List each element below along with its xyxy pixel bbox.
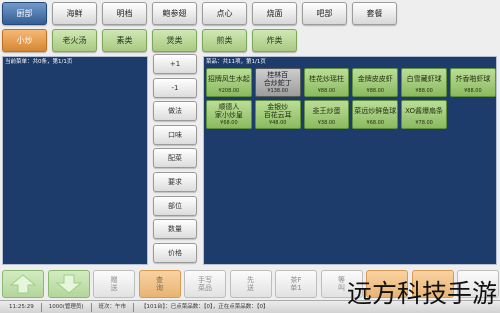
plus-one-button[interactable]: +1: [153, 54, 197, 74]
dish-name: 桂林百 合炒蛇丁: [263, 70, 292, 87]
dish-item[interactable]: 招牌风生水起 ¥208.00: [206, 68, 252, 97]
dish-item[interactable]: 金银炒 百花云耳 ¥48.00: [254, 100, 301, 129]
dish-item[interactable]: 菜远炒鲜鱼球 ¥68.00: [352, 100, 399, 129]
dish-name: 招牌风生水起: [207, 74, 250, 83]
up-arrow-icon: [10, 274, 36, 294]
dish-item[interactable]: XO酱爆扇条 ¥78.00: [401, 100, 447, 129]
dish-price: ¥38.00: [317, 120, 336, 126]
dish-price: ¥138.00: [267, 88, 289, 94]
dish-name: 金银炒 百花云耳: [263, 102, 292, 119]
dish-name: 金牌皮皮虾: [357, 74, 393, 83]
dish-item[interactable]: 桂花炒瑶柱 ¥88.00: [303, 68, 350, 97]
category-tab[interactable]: 海鲜: [52, 2, 97, 25]
dish-item[interactable]: 顺德人 家小炒皇 ¥68.00: [206, 100, 252, 129]
gift-button[interactable]: 赠 送: [93, 270, 135, 298]
dish-name: 白雪藏虾球: [406, 74, 442, 83]
dish-price: ¥78.00: [415, 120, 433, 126]
current-order-panel[interactable]: 当前菜单：共0条，第1/1页: [2, 56, 148, 265]
print-order-button[interactable]: 茶F 单1: [275, 270, 317, 298]
category-tab[interactable]: 吧部: [302, 2, 347, 25]
down-arrow-icon: [55, 274, 82, 294]
status-shift: 班次：午市: [92, 302, 135, 312]
serve-first-button[interactable]: 先 送: [229, 270, 272, 298]
dish-item[interactable]: 白雪藏虾球 ¥88.00: [401, 68, 447, 97]
dish-price: ¥88.00: [317, 88, 336, 94]
dish-item[interactable]: 韭王炒蛋 ¥38.00: [303, 100, 350, 129]
flavor-button[interactable]: 口味: [153, 124, 197, 145]
handwritten-dish-button[interactable]: 手写 菜品: [184, 270, 226, 298]
watermark: 远方科技手游: [347, 279, 498, 308]
order-panel-header: 当前菜单：共0条，第1/1页: [5, 59, 73, 65]
scroll-up-button[interactable]: [2, 270, 44, 298]
dish-name: 顺德人 家小炒皇: [214, 102, 243, 119]
status-time: 11:25:29: [0, 302, 42, 312]
dish-price: ¥68.00: [220, 120, 238, 126]
minus-one-button[interactable]: -1: [153, 77, 197, 98]
status-table-info: 【101台】：已点菜品数：【0】，正在点菜品数：【0】: [141, 303, 269, 310]
subcategory-tab-bar: 小炒 老火汤 素类 煲类 煎类 炸类: [2, 29, 297, 52]
category-tab[interactable]: 厨部: [2, 2, 47, 25]
dish-price: ¥68.00: [366, 120, 385, 126]
scroll-down-button[interactable]: [47, 270, 90, 298]
price-button[interactable]: 价格: [153, 242, 197, 263]
query-button[interactable]: 查 询: [138, 270, 181, 298]
dish-price: ¥88.00: [464, 88, 482, 94]
dish-panel-header: 菜品：共11项，第1/1页: [206, 59, 266, 65]
status-user: 1000(管理员): [42, 302, 92, 312]
dish-item[interactable]: 桂林百 合炒蛇丁 ¥138.00: [254, 68, 301, 97]
category-tab[interactable]: 明档: [102, 2, 147, 25]
subcategory-tab[interactable]: 煲类: [152, 29, 197, 52]
subcategory-tab[interactable]: 老火汤: [52, 29, 97, 52]
dish-item[interactable]: 芥香啪虾球 ¥88.00: [449, 68, 496, 97]
category-tab[interactable]: 烧面: [252, 2, 297, 25]
side-dish-button[interactable]: 配菜: [153, 148, 197, 169]
order-action-column: +1 -1 做法 口味 配菜 要求 部位 数量 价格: [153, 54, 197, 263]
dish-name: 芥香啪虾球: [455, 74, 491, 83]
dish-name: 菜远炒鲜鱼球: [354, 106, 397, 115]
dish-name: XO酱爆扇条: [405, 106, 444, 115]
dish-price: ¥208.00: [218, 88, 240, 94]
dish-grid: 招牌风生水起 ¥208.00 桂林百 合炒蛇丁 ¥138.00 桂花炒瑶柱 ¥8…: [206, 68, 496, 129]
category-tab-bar: 厨部 海鲜 明档 鲍参翅 点心 烧面 吧部 套餐: [2, 2, 397, 25]
dish-price: ¥48.00: [268, 120, 287, 126]
category-tab[interactable]: 鲍参翅: [152, 2, 197, 25]
dish-price: ¥88.00: [415, 88, 433, 94]
request-button[interactable]: 要求: [153, 171, 197, 192]
dish-name: 桂花炒瑶柱: [308, 74, 344, 83]
cooking-method-button[interactable]: 做法: [153, 101, 197, 122]
subcategory-tab[interactable]: 小炒: [2, 29, 47, 52]
subcategory-tab[interactable]: 素类: [102, 29, 147, 52]
category-tab[interactable]: 点心: [202, 2, 247, 25]
subcategory-tab[interactable]: 煎类: [202, 29, 247, 52]
subcategory-tab[interactable]: 炸类: [252, 29, 297, 52]
portion-button[interactable]: 部位: [153, 195, 197, 216]
category-tab[interactable]: 套餐: [352, 2, 397, 25]
dish-price: ¥88.00: [366, 88, 385, 94]
dish-name: 韭王炒蛋: [312, 106, 341, 115]
quantity-button[interactable]: 数量: [153, 219, 197, 240]
dish-item[interactable]: 金牌皮皮虾 ¥88.00: [352, 68, 399, 97]
